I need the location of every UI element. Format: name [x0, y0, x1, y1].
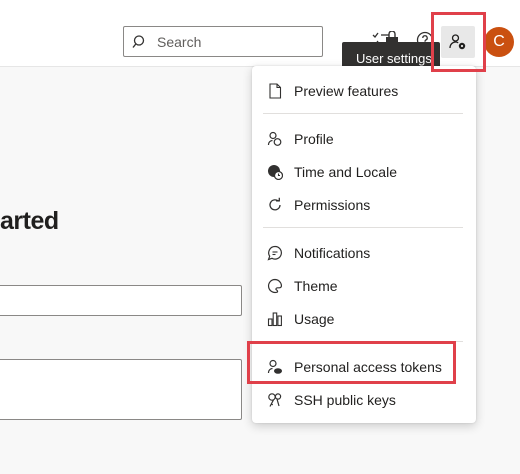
- menu-item-label: Profile: [294, 130, 334, 147]
- keys-icon: [267, 392, 283, 408]
- menu-item-label: Preview features: [294, 82, 399, 99]
- menu-separator: [263, 227, 463, 228]
- text-field[interactable]: [0, 285, 242, 316]
- menu-item-permissions[interactable]: Permissions: [252, 188, 476, 221]
- menu-item-label: Time and Locale: [294, 163, 397, 180]
- refresh-icon: [267, 197, 283, 213]
- top-bar: Search C: [0, 0, 520, 67]
- menu-item-label: Usage: [294, 310, 335, 327]
- profile-icon: [267, 131, 283, 147]
- menu-separator: [263, 113, 463, 114]
- search-icon: [132, 34, 148, 50]
- page-heading: arted: [0, 207, 59, 235]
- avatar[interactable]: C: [484, 27, 514, 57]
- search-placeholder: Search: [157, 33, 202, 50]
- user-settings-menu: Preview features Profile Time and Locale…: [252, 66, 476, 423]
- globe-clock-icon: [267, 164, 283, 180]
- menu-item-label: Theme: [294, 277, 338, 294]
- menu-item-ssh-public-keys[interactable]: SSH public keys: [252, 383, 476, 416]
- search-box[interactable]: Search: [123, 26, 323, 57]
- text-area[interactable]: [0, 359, 242, 420]
- menu-item-theme[interactable]: Theme: [252, 269, 476, 302]
- chat-icon: [267, 245, 283, 261]
- menu-item-label: SSH public keys: [294, 391, 396, 408]
- bar-chart-icon: [267, 311, 283, 327]
- palette-icon: [267, 278, 283, 294]
- menu-item-label: Notifications: [294, 244, 371, 261]
- menu-item-notifications[interactable]: Notifications: [252, 236, 476, 269]
- menu-item-label: Personal access tokens: [294, 358, 442, 375]
- key-person-icon: [267, 359, 283, 375]
- menu-item-time-and-locale[interactable]: Time and Locale: [252, 155, 476, 188]
- menu-item-usage[interactable]: Usage: [252, 302, 476, 335]
- menu-item-label: Permissions: [294, 196, 371, 213]
- page-icon: [267, 82, 283, 99]
- user-settings-icon: [449, 33, 467, 51]
- menu-item-preview-features[interactable]: Preview features: [252, 74, 476, 107]
- menu-item-personal-access-tokens[interactable]: Personal access tokens: [252, 350, 476, 383]
- menu-separator: [263, 341, 463, 342]
- menu-item-profile[interactable]: Profile: [252, 122, 476, 155]
- user-settings-button[interactable]: [441, 26, 475, 58]
